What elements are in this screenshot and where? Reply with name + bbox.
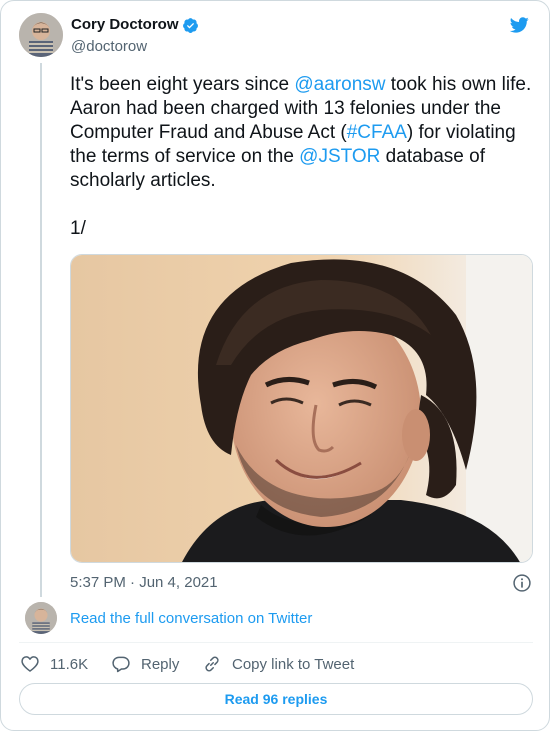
read-replies-button[interactable]: Read 96 replies	[19, 683, 533, 715]
verified-badge-icon	[183, 18, 198, 33]
tweet-text: It's been eight years since @aaronsw too…	[70, 73, 540, 193]
author-name[interactable]: Cory Doctorow	[71, 15, 179, 35]
embedded-tweet-card: Cory Doctorow @doctorow It's been eight …	[0, 0, 550, 731]
copy-link-label: Copy link to Tweet	[232, 655, 355, 673]
mention-aaronsw-link[interactable]: @aaronsw	[294, 74, 385, 95]
like-button[interactable]: 11.6K	[20, 653, 88, 675]
tweet-photo[interactable]	[70, 254, 533, 563]
read-full-conversation-link[interactable]: Read the full conversation on Twitter	[70, 609, 312, 629]
reply-icon	[112, 656, 130, 673]
tweet-timestamp[interactable]: 5:37 PM · Jun 4, 2021	[70, 573, 218, 593]
heart-icon	[21, 656, 39, 672]
reply-button[interactable]: Reply	[111, 653, 179, 675]
hashtag-cfaa-link[interactable]: #CFAA	[347, 122, 407, 143]
author-avatar[interactable]	[19, 13, 63, 57]
thread-line	[40, 63, 42, 597]
info-icon[interactable]	[512, 573, 532, 593]
copy-link-button[interactable]: Copy link to Tweet	[202, 653, 354, 675]
thread-number: 1/	[70, 218, 86, 239]
author-avatar-small[interactable]	[25, 602, 57, 634]
tweet-text-segment: It's been eight years since	[70, 74, 295, 95]
author-handle[interactable]: @doctorow	[71, 37, 147, 57]
divider	[19, 642, 533, 643]
link-icon	[205, 656, 219, 672]
twitter-bird-icon[interactable]	[507, 15, 531, 35]
mention-jstor-link[interactable]: @JSTOR	[299, 146, 380, 167]
reply-label: Reply	[141, 655, 180, 673]
like-count: 11.6K	[50, 655, 89, 673]
